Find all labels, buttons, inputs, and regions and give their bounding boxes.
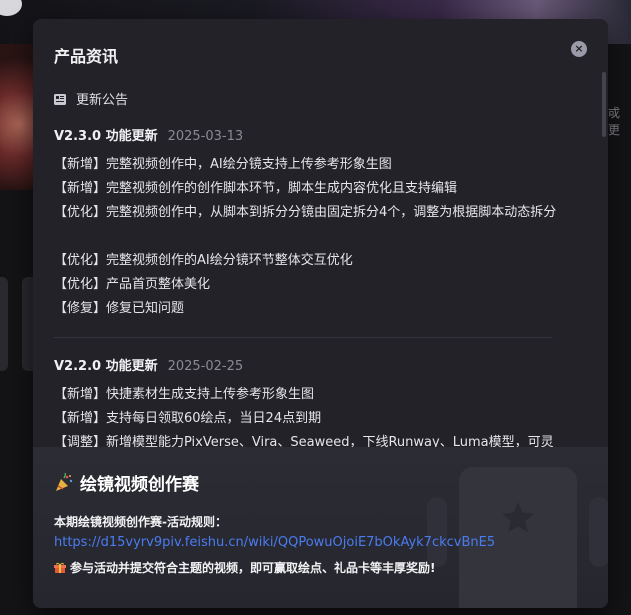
decoration bbox=[427, 497, 447, 567]
contest-banner: 绘镜视频创作赛 本期绘镜视频创作赛-活动规则： https://d15vyrv9… bbox=[33, 447, 608, 608]
banner-title-text: 绘镜视频创作赛 bbox=[80, 475, 199, 495]
modal-title: 产品资讯 bbox=[54, 47, 119, 66]
party-popper-icon bbox=[56, 472, 73, 491]
background-text: 戓更 bbox=[608, 106, 621, 137]
newspaper-icon bbox=[54, 93, 66, 105]
list-item: 【新增】快捷素材生成支持上传参考形象生图 bbox=[54, 387, 315, 402]
reward-note: 参与活动并提交符合主题的视频，即可赢取绘点、礼品卡等丰厚奖励! bbox=[54, 559, 435, 576]
background-card bbox=[0, 277, 8, 371]
product-news-modal: 产品资讯 × 更新公告 V2.3.0 功能更新 2025-03-13 【新增】完… bbox=[33, 19, 608, 608]
list-item: 【新增】完整视频创作的创作脚本环节，脚本生成内容优化且支持编辑 bbox=[54, 181, 458, 196]
banner-title: 绘镜视频创作赛 bbox=[54, 470, 199, 495]
reward-note-text: 参与活动并提交符合主题的视频，即可赢取绘点、礼品卡等丰厚奖励! bbox=[70, 561, 436, 575]
list-item: 【优化】完整视频创作中，从脚本到拆分分镜由固定拆分4个，调整为根据脚本动态拆分 bbox=[54, 205, 557, 220]
divider bbox=[54, 337, 552, 338]
list-item: 【修复】修复已知问题 bbox=[54, 301, 185, 316]
list-item: 【优化】产品首页整体美化 bbox=[54, 277, 211, 292]
version-header: V2.3.0 功能更新 2025-03-13 bbox=[54, 125, 243, 144]
section-header: 更新公告 bbox=[54, 89, 128, 108]
rules-link[interactable]: https://d15vyrv9piv.feishu.cn/wiki/QQPow… bbox=[54, 535, 495, 550]
decoration bbox=[589, 497, 608, 567]
news-scroll-area[interactable]: 更新公告 V2.3.0 功能更新 2025-03-13 【新增】完整视频创作中，… bbox=[33, 81, 608, 447]
list-item: 【新增】完整视频创作中，AI绘分镜支持上传参考形象生图 bbox=[54, 157, 392, 172]
version-title: V2.3.0 功能更新 bbox=[54, 129, 158, 144]
version-date: 2025-02-25 bbox=[167, 359, 244, 374]
close-button[interactable]: × bbox=[571, 41, 587, 57]
star-icon bbox=[502, 502, 534, 533]
section-title: 更新公告 bbox=[76, 93, 129, 108]
version-title: V2.2.0 功能更新 bbox=[54, 359, 158, 374]
gift-icon bbox=[54, 562, 66, 573]
list-item: 【调整】新增模型能力PixVerse、Vira、Seaweed，下线Runway… bbox=[54, 435, 554, 447]
list-item: 【优化】完整视频创作的AI绘分镜环节整体交互优化 bbox=[54, 253, 353, 268]
list-item: 【新增】支持每日领取60绘点，当日24点到期 bbox=[54, 411, 322, 426]
rule-label: 本期绘镜视频创作赛-活动规则： bbox=[54, 515, 227, 529]
version-header: V2.2.0 功能更新 2025-02-25 bbox=[54, 355, 243, 374]
close-icon[interactable]: × bbox=[574, 42, 583, 55]
version-date: 2025-03-13 bbox=[167, 129, 244, 144]
